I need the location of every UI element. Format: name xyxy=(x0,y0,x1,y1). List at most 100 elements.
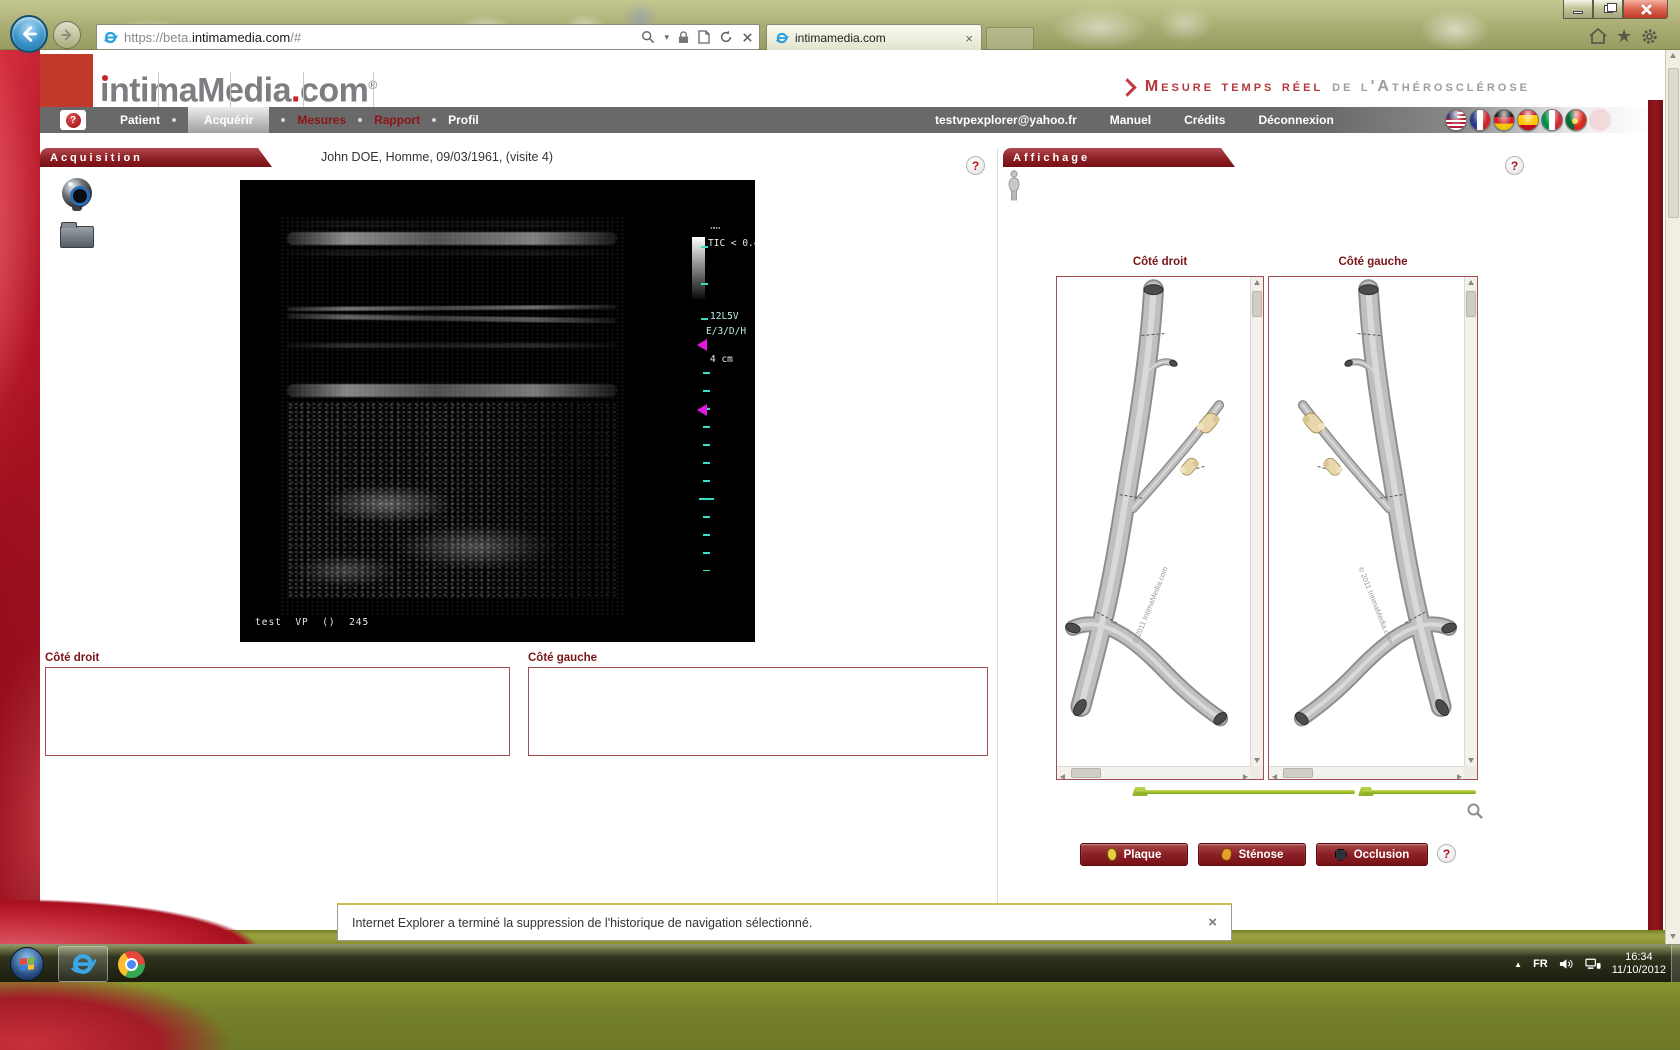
address-bar[interactable]: https://beta.intimamedia.com/# ▾ xyxy=(96,24,760,50)
probe-label: 12L5V xyxy=(710,311,739,322)
occlusion-button[interactable]: Occlusion xyxy=(1316,843,1428,866)
horizontal-scrollbar[interactable] xyxy=(1269,766,1464,779)
nav-help-button[interactable]: ? xyxy=(60,110,86,130)
stenose-button[interactable]: Sténose xyxy=(1198,843,1306,866)
site-tagline: Mesure temps réel de l'Athérosclérose xyxy=(1030,74,1530,100)
nav-item-acquerir[interactable]: Acquérir xyxy=(188,107,269,133)
occlusion-icon xyxy=(1335,849,1347,861)
mode-label: E/3/D/H xyxy=(706,326,746,337)
url-prefix: https://beta. xyxy=(124,30,192,45)
affichage-help-button[interactable]: ? xyxy=(1505,156,1524,175)
carotid-diagram: © 2011 IntimaMedia.com xyxy=(1057,277,1250,766)
tray-expand-icon[interactable]: ▲ xyxy=(1514,960,1522,969)
tagline-secondary: de l'Athérosclérose xyxy=(1332,78,1530,96)
flag-fr[interactable] xyxy=(1469,109,1491,131)
window-controls xyxy=(1563,0,1668,19)
account-email[interactable]: testvpexplorer@yahoo.fr xyxy=(935,113,1077,127)
browser-back-button[interactable] xyxy=(10,15,48,53)
legend-help-button[interactable]: ? xyxy=(1437,844,1456,863)
show-desktop-button[interactable] xyxy=(1671,945,1680,983)
right-zoom-slider[interactable] xyxy=(1362,790,1476,794)
nav-link-manuel[interactable]: Manuel xyxy=(1110,113,1151,127)
left-zoom-slider[interactable] xyxy=(1136,790,1355,794)
mi-partial-label: MI xyxy=(710,227,750,235)
browser-tab[interactable]: intimamedia.com × xyxy=(766,24,982,51)
window-restore-button[interactable] xyxy=(1593,0,1623,19)
refresh-icon[interactable] xyxy=(719,30,733,44)
web-page: intimaMedia.com® Mesure temps réel de l'… xyxy=(0,50,1665,944)
person-icon xyxy=(1006,170,1022,202)
flag-us[interactable] xyxy=(1445,109,1467,131)
vertical-scrollbar[interactable] xyxy=(1464,277,1477,766)
main-navbar: ? Patient Acquérir Mesures Rapport Profi… xyxy=(40,107,1648,133)
network-icon[interactable] xyxy=(1585,958,1601,970)
site-logo[interactable]: intimaMedia.com® xyxy=(100,62,377,108)
folder-icon xyxy=(60,226,94,248)
start-button[interactable] xyxy=(10,947,44,981)
right-side-label: Côté gauche xyxy=(528,652,597,664)
open-folder-button[interactable] xyxy=(60,220,94,248)
acquisition-help-button[interactable]: ? xyxy=(966,156,985,175)
compatibility-page-icon[interactable] xyxy=(698,30,710,44)
nav-item-rapport[interactable]: Rapport xyxy=(374,113,420,127)
affichage-title: Affichage xyxy=(1013,152,1090,164)
stenose-icon xyxy=(1221,848,1232,861)
vertical-scrollbar[interactable] xyxy=(1250,277,1263,766)
notification-text: Internet Explorer a terminé la suppressi… xyxy=(352,916,812,930)
language-indicator[interactable]: FR xyxy=(1533,958,1548,970)
notification-close-button[interactable]: × xyxy=(1208,914,1217,931)
volume-icon[interactable] xyxy=(1559,958,1574,970)
taskbar-ie-button[interactable] xyxy=(58,946,108,982)
nav-item-patient[interactable]: Patient xyxy=(120,113,160,127)
diagram-copyright: © 2011 IntimaMedia.com xyxy=(1356,565,1395,645)
right-measurements-box xyxy=(528,667,988,756)
browser-forward-button[interactable] xyxy=(53,21,81,49)
magnifier-zoom-icon[interactable] xyxy=(1466,802,1484,820)
favorites-star-icon[interactable]: ★ xyxy=(1616,26,1632,46)
scroll-up-icon xyxy=(1468,280,1474,285)
page-corner-red-swirl xyxy=(0,892,350,944)
browser-scrollbar[interactable] xyxy=(1665,50,1680,944)
scroll-right-icon xyxy=(1457,774,1462,780)
nav-item-mesures[interactable]: Mesures xyxy=(297,113,346,127)
taskbar-clock[interactable]: 16:34 11/10/2012 xyxy=(1612,951,1666,977)
nav-divider-tick xyxy=(158,72,159,107)
flag-de[interactable] xyxy=(1493,109,1515,131)
search-icon[interactable] xyxy=(641,30,655,44)
window-close-button[interactable] xyxy=(1623,0,1668,19)
tab-title: intimamedia.com xyxy=(795,31,959,45)
left-side-label: Côté droit xyxy=(45,652,99,664)
home-icon[interactable] xyxy=(1588,27,1608,45)
nav-link-deconnexion[interactable]: Déconnexion xyxy=(1258,113,1333,127)
nav-link-credits[interactable]: Crédits xyxy=(1184,113,1225,127)
stop-icon[interactable] xyxy=(742,32,753,43)
flag-pt[interactable] xyxy=(1565,109,1587,131)
focus-marker xyxy=(697,339,707,351)
webcam-capture-button[interactable] xyxy=(62,178,94,214)
nav-item-profil[interactable]: Profil xyxy=(448,113,479,127)
diagram-left-label: Côté droit xyxy=(1056,256,1264,268)
new-tab-button[interactable] xyxy=(986,27,1034,50)
logo-red-block xyxy=(40,54,93,107)
horizontal-scrollbar[interactable] xyxy=(1057,766,1250,779)
flag-es[interactable] xyxy=(1517,109,1539,131)
carotid-diagram: © 2011 IntimaMedia.com xyxy=(1270,277,1465,766)
flag-it[interactable] xyxy=(1541,109,1563,131)
close-icon xyxy=(1640,3,1652,15)
plaque-button[interactable]: Plaque xyxy=(1080,843,1188,866)
url-text[interactable]: https://beta.intimamedia.com/# xyxy=(124,30,301,45)
scroll-left-icon xyxy=(1060,774,1065,780)
tab-close-button[interactable]: × xyxy=(965,31,973,46)
nav-divider-tick xyxy=(373,72,374,107)
tic-label: TIC < 0.4 xyxy=(708,238,755,249)
nav-separator-dot xyxy=(358,118,362,122)
taskbar-chrome-button[interactable] xyxy=(118,951,145,978)
clock-date: 11/10/2012 xyxy=(1612,964,1666,977)
search-caret-icon[interactable]: ▾ xyxy=(664,32,669,43)
depth-ruler xyxy=(703,372,710,571)
system-tray: ▲ FR 16:34 11/10/2012 xyxy=(1514,945,1666,983)
window-minimize-button[interactable] xyxy=(1563,0,1593,19)
nav-separator-dot xyxy=(172,118,176,122)
url-domain: intimamedia.com xyxy=(192,30,290,45)
settings-gear-icon[interactable] xyxy=(1640,27,1659,46)
